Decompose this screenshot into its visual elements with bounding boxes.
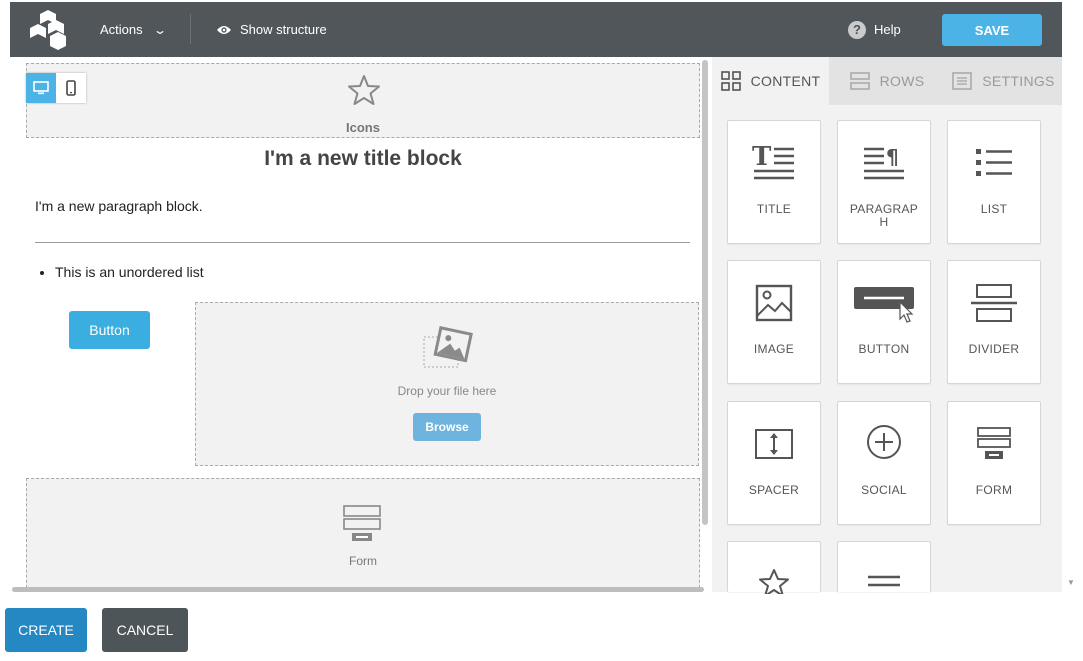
email-canvas[interactable]: Icons I'm a new title block I'm a new pa… <box>10 57 710 592</box>
canvas-horizontal-scrollbar[interactable] <box>12 587 704 592</box>
tile-label: DIVIDER <box>968 342 1020 356</box>
desktop-view-button[interactable] <box>26 73 56 103</box>
show-structure-label: Show structure <box>240 22 327 37</box>
tile-label: FORM <box>975 483 1013 497</box>
title-block[interactable]: I'm a new title block <box>26 147 700 171</box>
eye-icon <box>217 25 231 34</box>
spacer-icon <box>755 429 793 459</box>
rows-icon <box>849 72 870 90</box>
tile-paragraph[interactable]: ¶ PARAGRAPH <box>837 120 931 244</box>
panel-scroll-down-icon[interactable]: ▼ <box>1067 578 1075 587</box>
tile-label: IMAGE <box>753 342 795 356</box>
list-item: This is an unordered list <box>55 264 204 280</box>
cancel-button[interactable]: CANCEL <box>102 608 188 652</box>
tile-label: BUTTON <box>858 342 910 356</box>
star-icon <box>348 75 380 105</box>
star-icon <box>759 569 789 594</box>
paragraph-icon: ¶ <box>864 145 904 180</box>
tile-label: TITLE <box>756 202 792 216</box>
tile-label: SOCIAL <box>861 483 907 497</box>
form-icon <box>343 505 381 541</box>
list-icon <box>976 149 1012 176</box>
top-toolbar: Actions ⌄ Show structure ? Help SAVE <box>10 2 1062 57</box>
image-icon <box>755 284 793 322</box>
tab-settings[interactable]: SETTINGS <box>945 57 1062 105</box>
tab-rows[interactable]: ROWS <box>829 57 945 105</box>
button-block[interactable]: Button <box>69 311 150 349</box>
toolbar-divider <box>190 14 191 44</box>
tile-spacer[interactable]: SPACER <box>727 401 821 525</box>
button-icon <box>854 287 914 323</box>
create-button[interactable]: CREATE <box>5 608 87 652</box>
app-logo-icon <box>30 10 66 50</box>
tab-rows-label: ROWS <box>879 73 925 89</box>
panel-tabs: CONTENT ROWS SETTINGS <box>712 57 1062 105</box>
chevron-down-icon: ⌄ <box>152 22 167 37</box>
image-placeholder-icon <box>423 326 473 368</box>
icons-block[interactable]: Icons <box>26 63 700 138</box>
tile-label: LIST <box>980 202 1008 216</box>
help-label: Help <box>874 22 901 37</box>
title-icon: T <box>752 143 794 180</box>
browse-button[interactable]: Browse <box>413 413 481 441</box>
tile-icons[interactable] <box>727 541 821 594</box>
icons-block-label: Icons <box>346 120 380 135</box>
device-preview-toggle <box>26 73 86 103</box>
save-button[interactable]: SAVE <box>942 14 1042 46</box>
form-icon <box>977 427 1011 459</box>
drop-file-text: Drop your file here <box>397 384 497 398</box>
show-structure-toggle[interactable]: Show structure <box>216 2 327 57</box>
side-panel: CONTENT ROWS SETTINGS T TITLE ¶ PARAGRAP… <box>712 57 1062 594</box>
actions-menu[interactable]: Actions ⌄ <box>100 2 167 57</box>
tab-settings-label: SETTINGS <box>982 73 1055 89</box>
actions-label: Actions <box>100 22 143 37</box>
mobile-icon <box>66 80 76 96</box>
mobile-view-button[interactable] <box>56 73 86 103</box>
tile-button[interactable]: BUTTON <box>837 260 931 384</box>
tile-social[interactable]: SOCIAL <box>837 401 931 525</box>
grid-icon <box>720 71 741 91</box>
settings-doc-icon <box>952 72 973 90</box>
svg-text:T: T <box>752 143 772 172</box>
tile-image[interactable]: IMAGE <box>727 260 821 384</box>
form-block-label: Form <box>349 554 377 568</box>
tile-divider[interactable]: DIVIDER <box>947 260 1041 384</box>
divider-icon <box>971 284 1017 322</box>
paragraph-block[interactable]: I'm a new paragraph block. <box>35 198 203 214</box>
image-drop-zone[interactable]: Drop your file here Browse <box>195 302 699 466</box>
form-block[interactable]: Form <box>26 478 700 592</box>
list-block[interactable]: This is an unordered list <box>35 264 204 280</box>
tile-label: PARAGRAPH <box>849 202 919 229</box>
canvas-vertical-scrollbar[interactable] <box>702 60 708 525</box>
help-link[interactable]: ? Help <box>848 2 901 57</box>
social-icon <box>867 425 901 459</box>
tile-form[interactable]: FORM <box>947 401 1041 525</box>
tab-content[interactable]: CONTENT <box>712 57 829 105</box>
tab-content-label: CONTENT <box>750 73 821 89</box>
svg-text:¶: ¶ <box>886 145 899 169</box>
tile-title[interactable]: T TITLE <box>727 120 821 244</box>
help-icon: ? <box>848 20 866 39</box>
divider-block[interactable] <box>35 242 690 243</box>
tile-label: SPACER <box>748 483 800 497</box>
tile-list[interactable]: LIST <box>947 120 1041 244</box>
editor-app: Actions ⌄ Show structure ? Help SAVE Ico… <box>0 0 1083 661</box>
tile-menu[interactable] <box>837 541 931 592</box>
menu-icon <box>868 575 900 587</box>
desktop-icon <box>33 81 49 95</box>
